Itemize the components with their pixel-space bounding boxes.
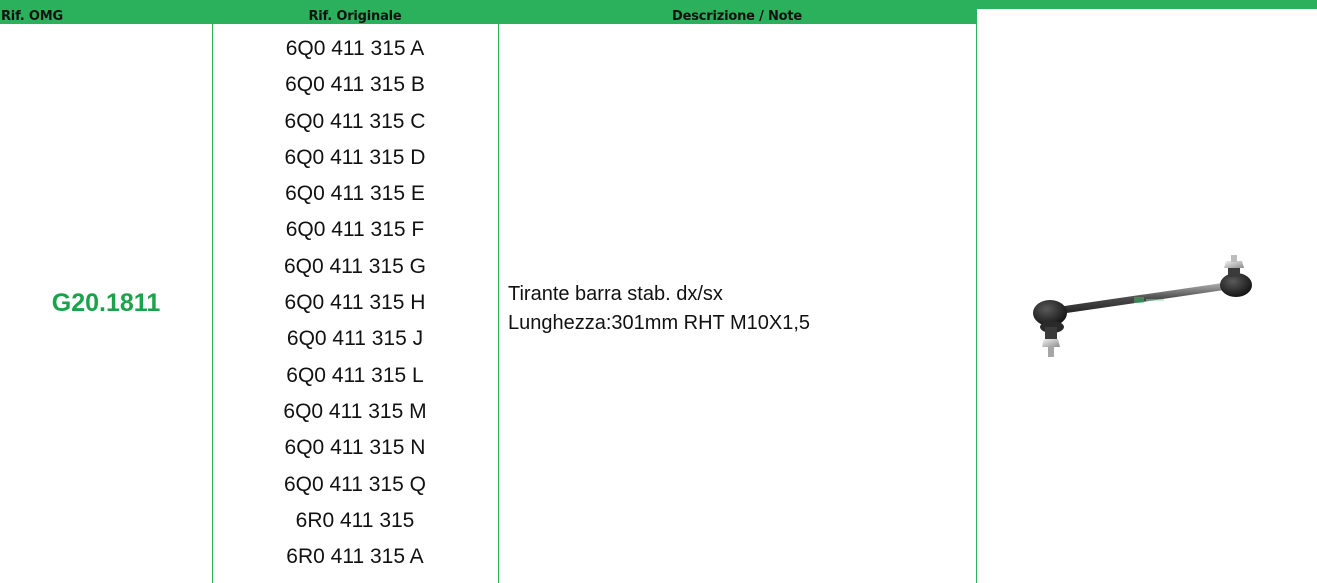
original-reference: 6Q0 411 315 H xyxy=(284,291,426,315)
description-line: Lunghezza:301mm RHT M10X1,5 xyxy=(508,312,811,334)
original-reference: 6Q0 411 315 N xyxy=(284,436,426,460)
header-col-description: Descrizione / Note xyxy=(672,9,802,24)
original-reference: 6Q0 411 315 G xyxy=(283,254,427,278)
original-references-list: 6Q0 411 315 A 6Q0 411 315 B 6Q0 411 315 … xyxy=(212,31,498,575)
original-reference: 6Q0 411 315 D xyxy=(284,145,426,169)
original-reference: 6Q0 411 315 L xyxy=(286,363,424,387)
header-col-omg: Rif. OMG xyxy=(1,9,63,24)
table-header: Rif. OMG Rif. Originale Descrizione / No… xyxy=(0,9,1317,24)
description-line: Tirante barra stab. dx/sx xyxy=(508,283,723,305)
original-reference: 6R0 411 315 xyxy=(295,508,415,532)
original-reference: 6Q0 411 315 B xyxy=(285,73,425,97)
header-accent-bar xyxy=(0,0,1317,9)
column-divider xyxy=(498,24,499,583)
stabilizer-link-photo xyxy=(1033,255,1252,357)
column-divider xyxy=(976,24,977,583)
original-reference: 6Q0 411 315 C xyxy=(284,109,426,133)
header-col-original: Rif. Originale xyxy=(308,9,402,24)
original-reference: 6Q0 411 315 F xyxy=(285,218,425,242)
original-reference: 6R0 411 315 A xyxy=(286,545,424,569)
original-reference: 6Q0 411 315 M xyxy=(283,399,427,423)
header-image-column xyxy=(977,9,1317,24)
original-reference: 6Q0 411 315 A xyxy=(285,37,425,60)
original-reference: 6Q0 411 315 Q xyxy=(283,472,427,496)
omg-reference: G20.1811 xyxy=(51,289,161,317)
original-reference: 6Q0 411 315 E xyxy=(285,182,425,206)
original-reference: 6Q0 411 315 J xyxy=(286,327,424,351)
description-cell: Tirante barra stab. dx/sx Lunghezza:301m… xyxy=(508,280,968,338)
